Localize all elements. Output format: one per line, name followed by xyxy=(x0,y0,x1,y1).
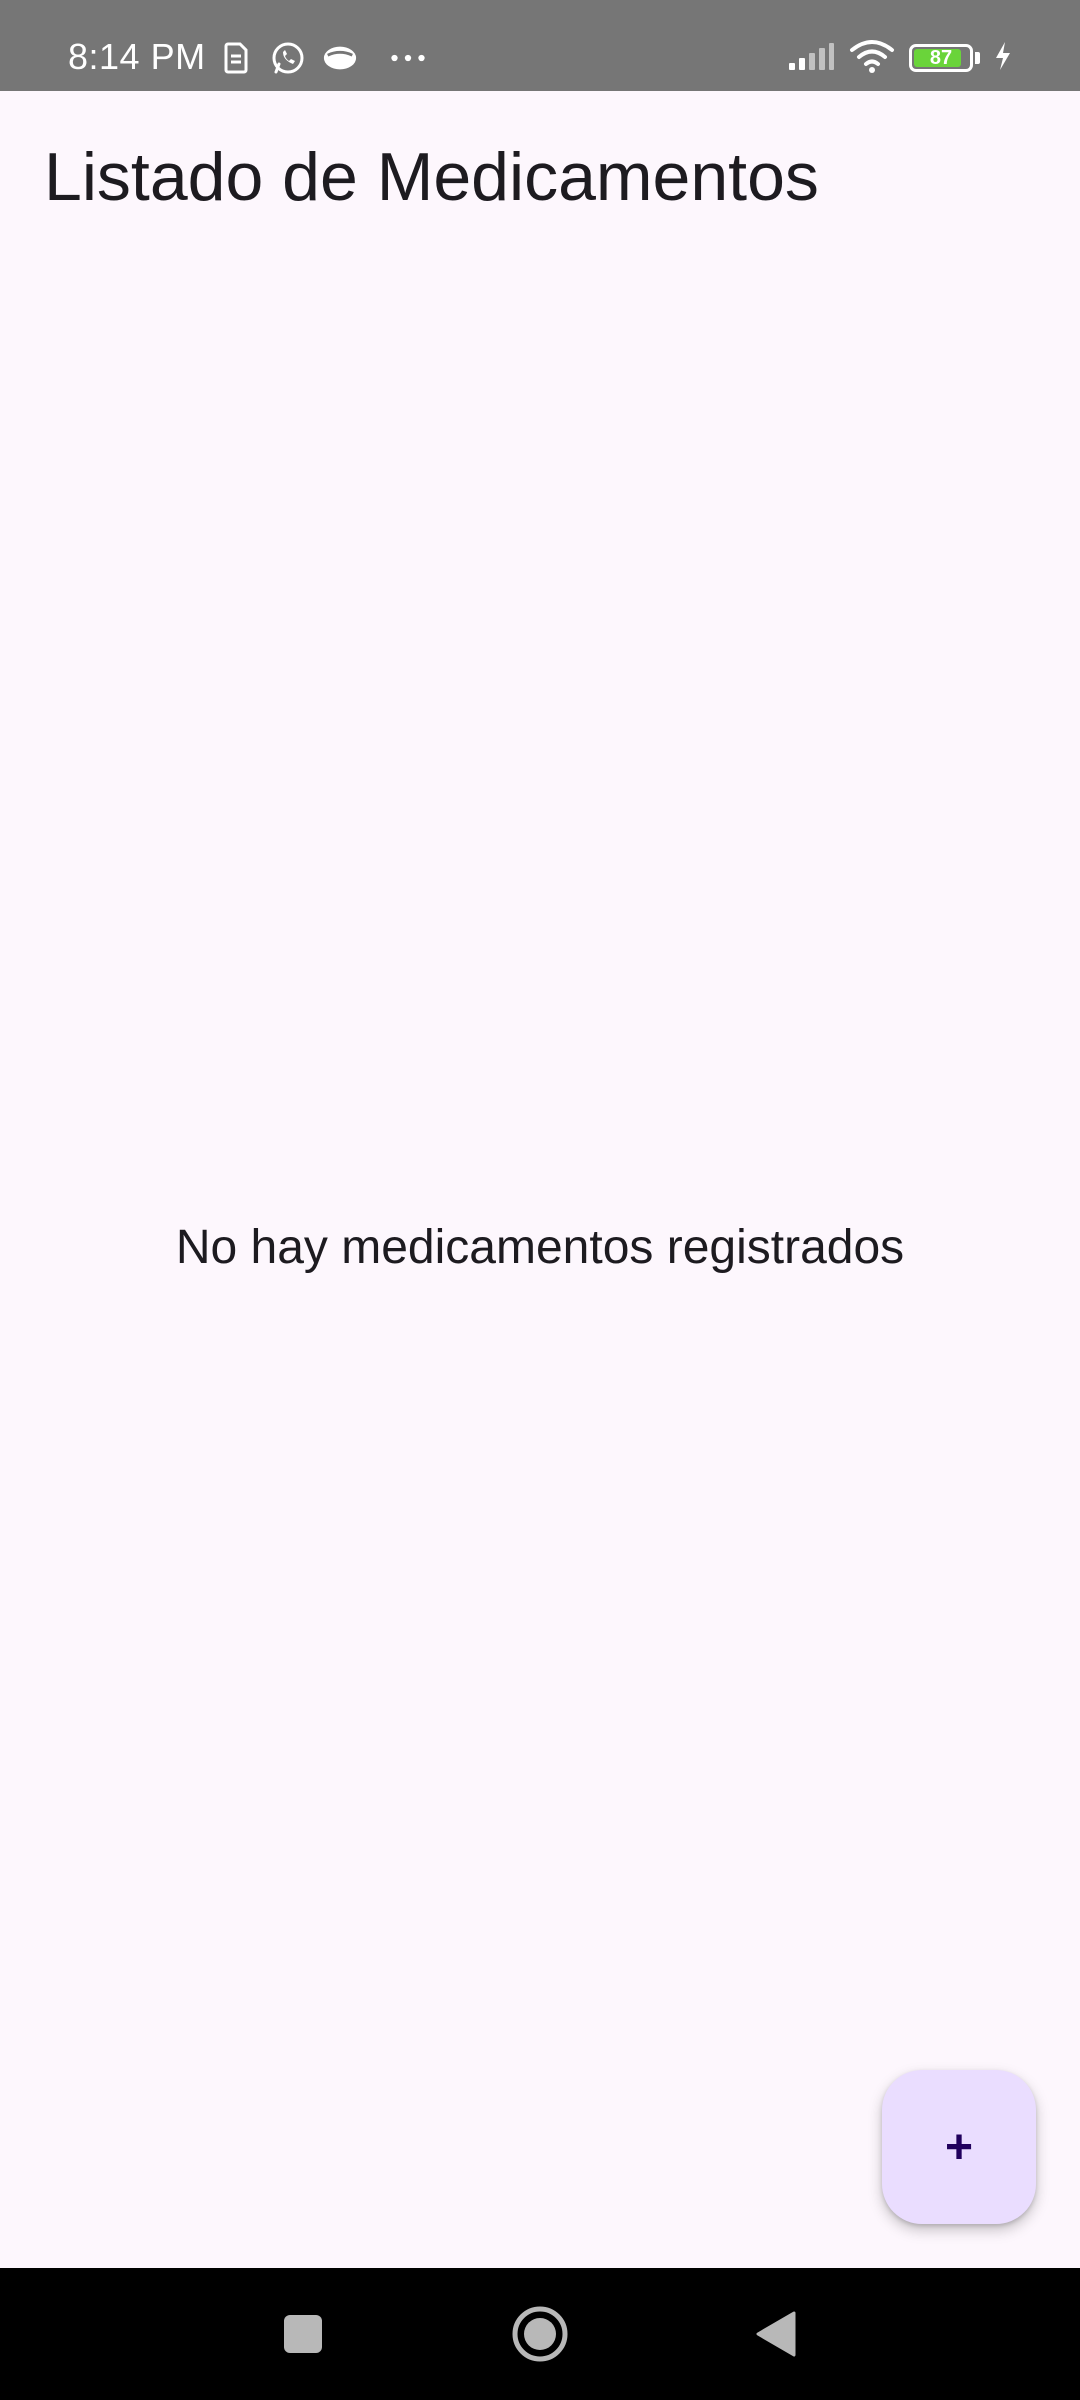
recents-button[interactable] xyxy=(243,2268,363,2400)
add-medication-fab-button[interactable]: + xyxy=(882,2070,1036,2224)
wifi-icon xyxy=(849,39,895,78)
home-button[interactable] xyxy=(480,2268,600,2400)
sim-card-icon xyxy=(218,40,254,76)
add-icon: + xyxy=(944,2120,974,2174)
status-bar: 8:14 PM 87 xyxy=(0,0,1080,91)
mask-app-icon xyxy=(322,40,358,76)
status-left-icons xyxy=(218,38,426,78)
home-circle-icon xyxy=(512,2306,568,2362)
battery-tip xyxy=(975,52,980,64)
status-right-icons: 87 xyxy=(787,38,1012,78)
screen: 8:14 PM 87 Listado de Medicamentos No ha… xyxy=(0,0,1080,2400)
recents-square-icon xyxy=(284,2315,322,2353)
battery-level: 87 xyxy=(929,47,953,69)
back-button[interactable] xyxy=(716,2268,836,2400)
status-time: 8:14 PM xyxy=(68,36,206,77)
back-triangle-icon xyxy=(756,2311,796,2357)
more-dots-icon xyxy=(390,40,426,76)
page-title: Listado de Medicamentos xyxy=(44,139,819,215)
charging-icon xyxy=(994,41,1012,76)
whatsapp-icon xyxy=(270,40,306,76)
battery-icon: 87 xyxy=(909,44,973,72)
empty-state-message: No hay medicamentos registrados xyxy=(175,1221,905,1274)
system-navigation-bar xyxy=(0,2268,1080,2400)
signal-icon xyxy=(787,41,835,76)
